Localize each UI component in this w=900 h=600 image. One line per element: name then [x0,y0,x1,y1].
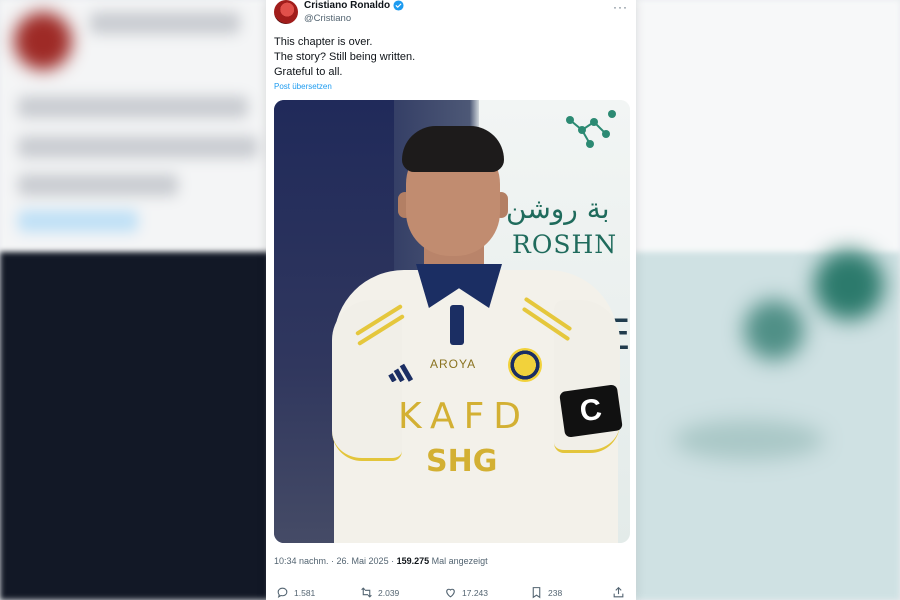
player-hair [402,126,504,172]
jersey-placket [450,305,464,345]
repost-icon [361,587,372,598]
like-count: 17.243 [462,587,488,598]
jersey-sponsor-text-2: SHG [426,444,498,479]
reply-icon [277,587,288,599]
tweet-photo[interactable]: بة روشن ROSHN E AROYA KAFD SHG C [274,100,630,543]
sponsor-arabic-text: بة روشن [506,192,610,225]
author-name[interactable]: Cristiano Ronaldo [304,0,390,11]
jersey-sponsor-text: KAFD [398,396,531,437]
avatar[interactable] [274,0,298,24]
blurred-left-panel [0,0,270,600]
tweet-text-line: This chapter is over. [274,36,373,48]
tweet-actions: 1.581 2.039 17.243 238 [266,586,636,600]
tweet-text: This chapter is over. The story? Still b… [274,35,415,80]
share-button[interactable] [612,586,625,599]
view-label: Mal angezeigt [429,556,488,566]
tweet-card: Cristiano Ronaldo @Cristiano ··· This ch… [266,0,636,600]
heart-icon [446,588,455,598]
captain-armband: C [559,384,623,438]
view-count: 159.275 [396,556,430,566]
bookmark-icon [532,587,541,599]
club-crest-icon [508,348,542,382]
repost-button[interactable]: 2.039 [360,586,399,599]
sponsor-text: ROSHN [512,230,618,259]
verified-badge-icon [393,0,404,11]
like-button[interactable]: 17.243 [444,586,488,599]
tweet-text-line: The story? Still being written. [274,51,416,63]
tweet-meta: 10:34 nachm. · 26. Mai 2025 · 159.275 Ma… [274,556,488,566]
share-icon [613,586,624,598]
blurred-right-panel [634,0,900,600]
translate-post-link[interactable]: Post übersetzen [274,82,332,91]
more-options-icon[interactable]: ··· [613,0,628,14]
adidas-logo-icon [388,363,414,382]
bookmark-button[interactable]: 238 [530,586,562,599]
bookmark-count: 238 [548,587,563,598]
sponsor-logo-icon [566,110,616,148]
jersey-brand-text: AROYA [430,357,477,371]
armband-letter: C [577,392,604,429]
tweet-text-line: Grateful to all. [274,66,343,78]
reply-button[interactable]: 1.581 [276,586,315,599]
author-row: Cristiano Ronaldo [304,0,404,11]
author-handle[interactable]: @Cristiano [304,13,351,24]
reply-count: 1.581 [294,587,316,598]
repost-count: 2.039 [378,587,400,598]
tweet-timestamp[interactable]: 10:34 nachm. · 26. Mai 2025 · [274,556,397,566]
